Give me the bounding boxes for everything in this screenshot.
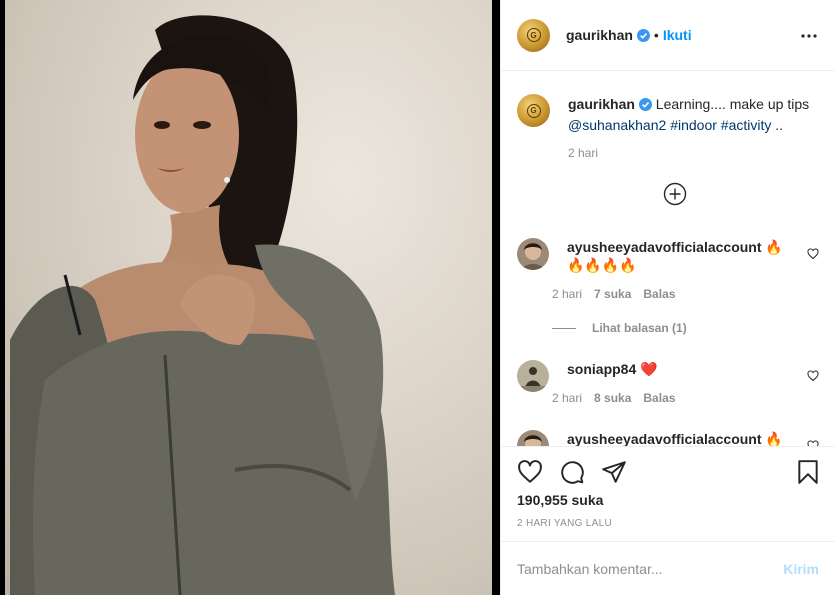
comment-bubble-icon[interactable] (559, 459, 585, 485)
like-comment-heart-icon[interactable] (807, 370, 819, 382)
caption-text: Learning.... make up tips (655, 96, 810, 112)
post-comment-button[interactable]: Kirim (783, 561, 819, 577)
comment-timestamp[interactable]: 2 hari (552, 391, 582, 405)
post-header: G gaurikhan • Ikuti (501, 0, 835, 71)
like-comment-heart-icon[interactable] (807, 248, 819, 260)
share-paper-plane-icon[interactable] (601, 459, 627, 485)
post-caption: G gaurikhan Learning.... make up tips @s… (517, 72, 819, 136)
commenter-username[interactable]: soniapp84 (567, 361, 636, 377)
comments-section[interactable]: G gaurikhan Learning.... make up tips @s… (501, 72, 835, 446)
caption-trail: .. (775, 117, 784, 133)
follow-button[interactable]: Ikuti (663, 27, 692, 43)
verified-badge-icon (638, 98, 652, 111)
likes-count[interactable]: 190,955 suka (517, 492, 603, 508)
comment-text: ❤️ (640, 361, 658, 377)
caption-mention[interactable]: @suhanakhan2 (568, 117, 666, 133)
comment-item: soniapp84 ❤️ (517, 360, 819, 392)
caption-username[interactable]: gaurikhan (568, 96, 635, 112)
post-media[interactable] (0, 0, 500, 595)
post-timestamp[interactable]: 2 HARI YANG LALU (517, 518, 612, 529)
verified-badge-icon (636, 28, 650, 42)
post-actions: 190,955 suka 2 HARI YANG LALU (501, 446, 835, 541)
comment-item: ayusheeyadavofficialaccount 🔥 (517, 430, 819, 446)
comment-input[interactable] (517, 560, 784, 577)
save-bookmark-icon[interactable] (795, 459, 821, 485)
reply-button[interactable]: Balas (643, 391, 675, 405)
more-options-icon[interactable] (799, 26, 819, 46)
caption-avatar[interactable]: G (517, 94, 550, 127)
comment-meta: 2 hari 7 suka Balas (552, 287, 675, 301)
comment-likes[interactable]: 7 suka (594, 287, 631, 301)
commenter-username[interactable]: ayusheeyadavofficialaccount (567, 431, 762, 446)
caption-timestamp[interactable]: 2 hari (568, 146, 819, 160)
commenter-username[interactable]: ayusheeyadavofficialaccount (567, 239, 762, 255)
post-photo[interactable] (5, 0, 492, 595)
portrait-illustration (10, 15, 395, 595)
view-replies-button[interactable]: Lihat balasan (1) (552, 321, 687, 335)
author-avatar[interactable]: G (517, 18, 550, 52)
comment-meta: 2 hari 8 suka Balas (552, 391, 675, 405)
comment-timestamp[interactable]: 2 hari (552, 287, 582, 301)
caption-hashtag[interactable]: #indoor (670, 117, 717, 133)
commenter-avatar[interactable] (517, 360, 549, 392)
separator-dot: • (653, 27, 659, 43)
replies-divider (552, 327, 576, 329)
add-comment-bar: Kirim (501, 541, 835, 595)
caption-hashtag[interactable]: #activity (721, 117, 772, 133)
author-username[interactable]: gaurikhan (566, 27, 633, 43)
post-details-panel: G gaurikhan • Ikuti G gaurikhan Learning… (500, 0, 835, 595)
reply-button[interactable]: Balas (643, 287, 675, 301)
view-replies-label[interactable]: Lihat balasan (1) (592, 321, 687, 335)
comment-text: 🔥 (765, 431, 783, 446)
commenter-avatar[interactable] (517, 430, 549, 446)
load-more-comments-icon[interactable] (663, 182, 687, 206)
like-heart-icon[interactable] (517, 459, 543, 485)
commenter-avatar[interactable] (517, 238, 549, 270)
comment-likes[interactable]: 8 suka (594, 391, 631, 405)
comment-item: ayusheeyadavofficialaccount 🔥 🔥🔥🔥🔥 (517, 238, 819, 274)
